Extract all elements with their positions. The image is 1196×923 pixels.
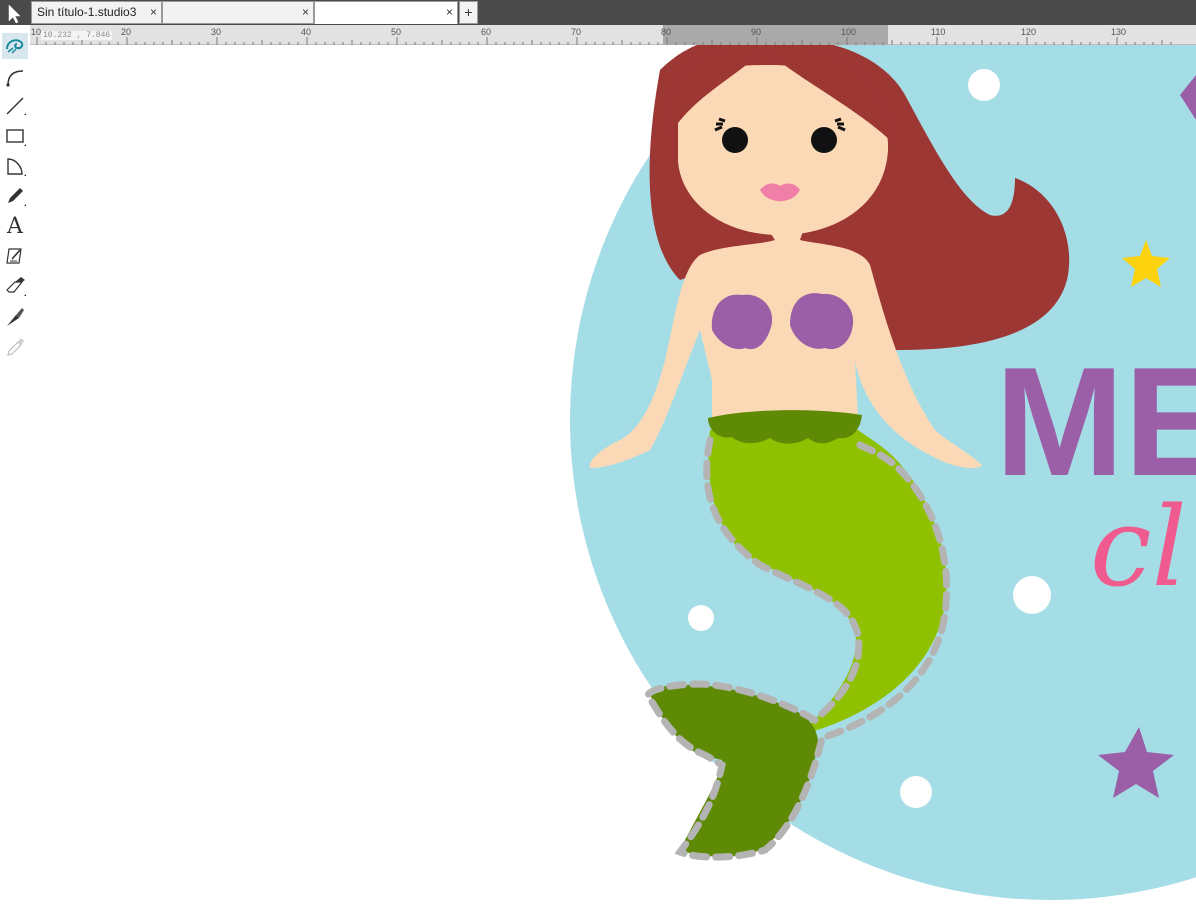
ruler-label: 30 (211, 27, 221, 37)
close-tab-icon[interactable]: × (150, 2, 157, 23)
pencil-icon (8, 188, 26, 206)
design-canvas[interactable]: MER cl (30, 45, 1196, 923)
line-icon (6, 97, 26, 115)
pencil-tool-button[interactable] (2, 183, 28, 209)
artwork-subtitle: cl (1090, 483, 1187, 611)
eyedropper-tool-button[interactable] (2, 333, 28, 359)
ruler-label: 90 (751, 27, 761, 37)
knife-tool-button[interactable] (2, 303, 28, 329)
edit-text-tool-button[interactable] (2, 243, 28, 269)
bezier-tool-button[interactable] (2, 63, 28, 89)
mermaid-eye-right (811, 127, 837, 153)
close-tab-icon[interactable]: × (446, 2, 453, 23)
tab-document-2[interactable]: × (162, 1, 314, 24)
horizontal-ruler[interactable]: 10 20 30 40 50 60 70 80 90 100 110 120 130 (30, 25, 1196, 45)
polygon-tool-button[interactable] (2, 153, 28, 179)
ruler-label: 10 (31, 27, 41, 37)
ruler-label: 110 (931, 27, 945, 37)
document-tab-bar: Sin título-1.studio3 × × × + (0, 0, 1196, 25)
edit-text-icon (6, 248, 22, 264)
select-icon (8, 4, 21, 24)
ruler-label: 70 (571, 27, 581, 37)
mermaid-eye-left (722, 127, 748, 153)
ruler-label: 80 (661, 27, 671, 37)
ruler-label: 130 (1111, 27, 1126, 37)
coordinate-readout: 10.232 , 7.846 (41, 31, 113, 40)
ruler-label: 60 (481, 27, 491, 37)
tool-panel: A (0, 25, 30, 923)
select-tool-button[interactable] (4, 3, 26, 25)
polygon-icon (7, 158, 26, 176)
rectangle-tool-button[interactable] (2, 123, 28, 149)
tab-label: Sin título-1.studio3 (37, 5, 137, 19)
knife-icon (7, 308, 24, 326)
rectangle-icon (6, 129, 26, 146)
bubble (968, 69, 1000, 101)
ruler-label: 40 (301, 27, 311, 37)
ruler-label: 50 (391, 27, 401, 37)
pixscan-icon (6, 39, 24, 54)
mermaid-artwork[interactable]: MER cl (30, 45, 1196, 923)
ruler-label: 100 (841, 27, 856, 37)
bubble (900, 776, 932, 808)
close-tab-icon[interactable]: × (302, 2, 309, 23)
tab-document-1[interactable]: Sin título-1.studio3 × (31, 1, 162, 24)
ruler-label: 120 (1021, 27, 1036, 37)
bubble (688, 605, 714, 631)
tab-document-3[interactable]: × (314, 1, 458, 24)
bezier-icon (6, 70, 24, 87)
text-icon: A (7, 213, 23, 239)
eyedropper-icon (7, 338, 24, 356)
eraser-icon (6, 277, 26, 296)
pixscan-tool-button[interactable] (2, 33, 28, 59)
bubble (1013, 576, 1051, 614)
add-tab-button[interactable]: + (459, 1, 478, 24)
eraser-tool-button[interactable] (2, 273, 28, 299)
mermaid-shell-left (711, 294, 773, 350)
ruler-label: 20 (121, 27, 131, 37)
line-tool-button[interactable] (2, 93, 28, 119)
text-tool-button[interactable]: A (2, 213, 28, 239)
